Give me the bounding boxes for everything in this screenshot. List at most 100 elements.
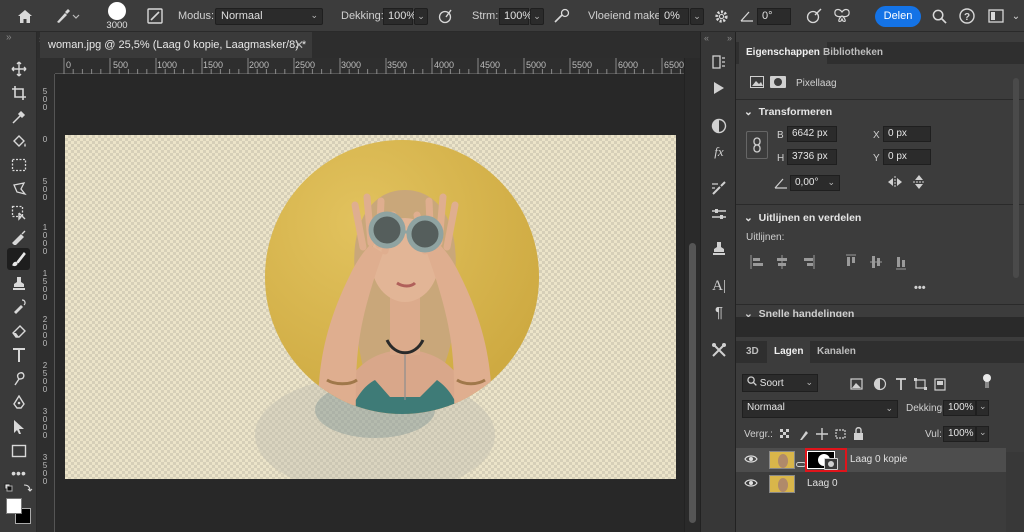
scrollbar-thumb[interactable] bbox=[689, 243, 696, 523]
filter-toggle-icon[interactable] bbox=[980, 374, 994, 388]
opacity-field[interactable]: 100% bbox=[383, 8, 416, 25]
eye-icon[interactable] bbox=[744, 453, 758, 465]
width-field[interactable]: 6642 px bbox=[787, 126, 837, 142]
lasso-tool-icon[interactable] bbox=[7, 178, 30, 200]
flip-vertical-icon[interactable] bbox=[912, 174, 926, 190]
smoothing-field[interactable]: 0% bbox=[659, 8, 689, 25]
healing-brush-tool-icon[interactable] bbox=[7, 226, 30, 248]
airbrush-icon[interactable] bbox=[551, 7, 573, 25]
actions-play-icon[interactable] bbox=[708, 78, 730, 98]
fill-field[interactable]: 100% bbox=[943, 426, 976, 442]
mask-icon[interactable] bbox=[770, 76, 786, 88]
foreground-color-swatch-front[interactable] bbox=[6, 498, 22, 514]
eraser-tool-icon[interactable] bbox=[7, 320, 30, 342]
smoothing-dropdown-icon[interactable]: ⌄ bbox=[690, 8, 704, 25]
eyedropper-tool-icon[interactable] bbox=[7, 106, 30, 128]
crop-tool-icon[interactable] bbox=[7, 82, 30, 104]
brush-settings-panel-icon[interactable] bbox=[708, 178, 730, 198]
collapse-arrows-icon[interactable]: » bbox=[6, 32, 12, 43]
flow-field[interactable]: 100% bbox=[499, 8, 532, 25]
collapse-arrows-icon[interactable]: » bbox=[727, 33, 732, 43]
gear-icon[interactable] bbox=[711, 7, 731, 25]
flow-dropdown-icon[interactable]: ⌄ bbox=[530, 8, 544, 25]
layer-opacity-label: Dekking: bbox=[906, 403, 945, 414]
properties-scrollbar[interactable] bbox=[1013, 78, 1019, 278]
swap-colors-icon[interactable] bbox=[4, 483, 34, 495]
height-field[interactable]: 3736 px bbox=[787, 149, 837, 165]
tab-libraries[interactable]: Bibliotheken bbox=[816, 42, 890, 64]
brush-size-picker[interactable]: 3000 bbox=[104, 2, 130, 32]
layer-opacity-field[interactable]: 100% bbox=[943, 400, 976, 416]
brush-preset-icon[interactable] bbox=[52, 7, 82, 25]
flip-horizontal-icon[interactable] bbox=[886, 175, 904, 189]
brush-tool-icon[interactable] bbox=[7, 248, 30, 270]
close-icon[interactable]: ✕ bbox=[294, 38, 304, 52]
paint-bucket-tool-icon[interactable] bbox=[7, 130, 30, 152]
layer-row[interactable]: Laag 0 bbox=[736, 472, 1006, 496]
canvas-scrollbar[interactable] bbox=[684, 58, 700, 532]
workspace-icon[interactable] bbox=[986, 7, 1006, 25]
collapse-arrows-icon[interactable]: « bbox=[704, 33, 709, 43]
pressure-opacity-icon[interactable] bbox=[435, 7, 455, 25]
vertical-ruler[interactable]: 5 0 0 0 5 0 0 1 0 0 0 1 5 0 0 2 0 0 0 2 … bbox=[37, 74, 55, 532]
ruler-label: 6500 bbox=[664, 60, 685, 70]
layers-scroll-area[interactable] bbox=[1006, 452, 1024, 532]
brush-settings-icon[interactable] bbox=[144, 7, 166, 25]
layer-thumbnail[interactable] bbox=[769, 451, 795, 469]
tab-layers[interactable]: Lagen bbox=[767, 341, 811, 363]
document-canvas[interactable] bbox=[65, 135, 676, 479]
fill-dropdown[interactable]: ⌄ bbox=[976, 426, 989, 442]
pen-tool-icon[interactable] bbox=[7, 392, 30, 414]
canvas-workspace[interactable] bbox=[55, 74, 684, 532]
adjustments-icon[interactable] bbox=[708, 116, 730, 136]
y-field[interactable]: 0 px bbox=[883, 149, 931, 165]
layer-name[interactable]: Laag 0 bbox=[807, 478, 838, 489]
move-tool-icon[interactable] bbox=[7, 58, 30, 80]
search-icon[interactable] bbox=[929, 7, 949, 25]
document-tab[interactable]: woman.jpg @ 25,5% (Laag 0 kopie, Laagmas… bbox=[40, 32, 312, 58]
layer-row-selected[interactable]: Laag 0 kopie bbox=[736, 448, 1006, 472]
x-field[interactable]: 0 px bbox=[883, 126, 931, 142]
eye-icon[interactable] bbox=[744, 477, 758, 489]
section-transform-header[interactable]: ⌄ Transformeren bbox=[744, 106, 832, 118]
path-selection-tool-icon[interactable] bbox=[7, 416, 30, 438]
layer-thumbnail[interactable] bbox=[769, 475, 795, 493]
more-tools-icon[interactable]: ••• bbox=[7, 462, 30, 484]
more-options-icon[interactable]: ••• bbox=[914, 282, 926, 294]
marquee-tool-icon[interactable] bbox=[7, 154, 30, 176]
share-button[interactable]: Delen bbox=[875, 6, 921, 27]
type-tool-icon[interactable] bbox=[7, 344, 30, 366]
section-quick-actions-header[interactable]: ⌄ Snelle handelingen bbox=[744, 308, 854, 317]
history-panel-icon[interactable] bbox=[708, 52, 730, 72]
mode-dropdown[interactable]: Normaal ⌄ bbox=[215, 8, 323, 25]
blend-mode-dropdown[interactable]: Normaal ⌄ bbox=[742, 400, 898, 418]
character-panel-icon[interactable]: A| bbox=[708, 276, 730, 296]
horizontal-ruler[interactable]: 0 500 1000 1500 2000 2500 3000 3500 4000… bbox=[55, 58, 684, 74]
chevron-down-icon[interactable]: ⌄ bbox=[1010, 8, 1022, 24]
link-icon[interactable] bbox=[746, 131, 768, 159]
styles-fx-icon[interactable]: fx bbox=[708, 142, 730, 162]
tools-crossed-icon[interactable] bbox=[708, 340, 730, 360]
layer-name[interactable]: Laag 0 kopie bbox=[850, 454, 907, 465]
clone-stamp-tool-icon[interactable] bbox=[7, 272, 30, 294]
layer-filter-dropdown[interactable]: Soort ⌄ bbox=[742, 374, 818, 392]
section-align-header[interactable]: ⌄ Uitlijnen en verdelen bbox=[744, 212, 861, 224]
rectangle-tool-icon[interactable] bbox=[7, 440, 30, 462]
pressure-size-icon[interactable] bbox=[803, 7, 825, 25]
object-selection-tool-icon[interactable] bbox=[7, 202, 30, 224]
properties-sliders-icon[interactable] bbox=[708, 204, 730, 224]
paragraph-panel-icon[interactable]: ¶ bbox=[708, 302, 730, 322]
help-icon[interactable]: ? bbox=[957, 7, 977, 25]
brush-angle-field[interactable]: 0° bbox=[757, 8, 791, 25]
opacity-dropdown-icon[interactable]: ⌄ bbox=[414, 8, 428, 25]
layer-opacity-dropdown[interactable]: ⌄ bbox=[976, 400, 989, 416]
tab-3d[interactable]: 3D bbox=[739, 341, 766, 363]
tab-channels[interactable]: Kanalen bbox=[810, 341, 863, 363]
clone-source-icon[interactable] bbox=[708, 238, 730, 258]
angle-field[interactable]: 0,00° ⌄ bbox=[790, 175, 840, 191]
home-icon[interactable] bbox=[14, 7, 36, 25]
symmetry-butterfly-icon[interactable] bbox=[831, 7, 853, 25]
history-brush-tool-icon[interactable] bbox=[7, 296, 30, 318]
tab-properties[interactable]: Eigenschappen bbox=[739, 42, 827, 64]
smudge-tool-icon[interactable] bbox=[7, 368, 30, 390]
